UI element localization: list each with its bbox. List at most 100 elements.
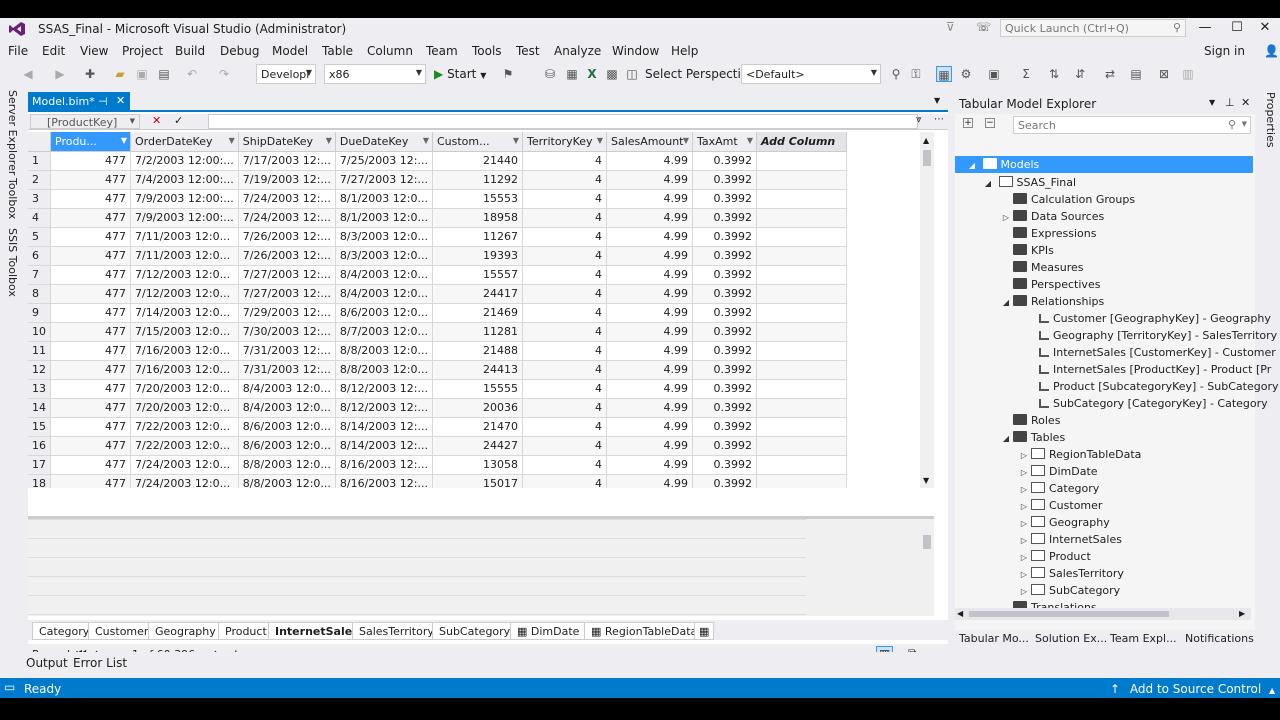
solution-configuration-select[interactable]: Developi ▼ (256, 64, 316, 84)
row-number[interactable]: 15 (28, 417, 51, 437)
grid-cell[interactable]: 8/16/2003 12:... (335, 455, 433, 475)
minimize-button[interactable]: — (1190, 18, 1220, 38)
grid-cell[interactable]: 4.99 (606, 208, 693, 228)
close-panel-icon[interactable]: ✕ (1241, 96, 1250, 109)
grid-cell[interactable]: 7/22/2003 12:0... (130, 417, 239, 437)
add-column-cell[interactable] (756, 398, 847, 418)
grid-cell[interactable]: 4 (522, 265, 607, 285)
table-row[interactable]: 11 477 7/16/2003 12:0... 7/31/2003 12:... 8/… (28, 341, 847, 361)
perspective-icon[interactable]: ◫ (624, 66, 640, 82)
grid-cell[interactable]: 7/31/2003 12:... (238, 341, 336, 361)
column-header-customerkey[interactable]: Custom... ▼ (432, 132, 523, 152)
table-row[interactable]: 4 477 7/9/2003 12:00:... 7/24/2003 12:... 8/… (28, 208, 847, 228)
grid-cell[interactable]: 8/8/2003 12:0... (335, 341, 433, 361)
tree-folder-calculation-groups[interactable]: Calculation Groups (999, 191, 1135, 208)
row-number[interactable]: 3 (28, 189, 51, 209)
filter-icon[interactable]: ⊽ (946, 20, 955, 34)
expand-arrow-icon[interactable]: ▷ (1017, 583, 1031, 600)
add-column-cell[interactable] (756, 379, 847, 399)
grid-cell[interactable]: 4.99 (606, 379, 693, 399)
grid-cell[interactable]: 4.99 (606, 474, 693, 488)
grid-cell[interactable]: 7/9/2003 12:00:... (130, 189, 239, 209)
table-row[interactable]: 9 477 7/14/2003 12:0... 7/29/2003 12:... 8/6… (28, 303, 847, 323)
grid-cell[interactable]: 0.3992 (692, 474, 757, 488)
grid-cell[interactable]: 4.99 (606, 265, 693, 285)
toolbox-tab[interactable]: Toolbox (6, 178, 19, 219)
grid-cell[interactable]: 4 (522, 398, 607, 418)
grid-cell[interactable]: 21440 (432, 151, 523, 171)
grid-cell[interactable]: 18958 (432, 208, 523, 228)
save-all-icon[interactable]: ▤ (156, 66, 172, 82)
expand-arrow-icon[interactable]: ▷ (1017, 549, 1031, 566)
expand-arrow-icon[interactable]: ▷ (1017, 481, 1031, 498)
column-header-territorykey[interactable]: TerritoryKey ▼ (522, 132, 607, 152)
sheet-tab-subcategory[interactable]: SubCategory (432, 622, 518, 640)
table-row[interactable]: 17 477 7/24/2003 12:0... 8/8/2003 12:0... 8/… (28, 455, 847, 475)
grid-cell[interactable]: 15017 (432, 474, 523, 488)
sum-icon[interactable]: Σ (1018, 66, 1034, 82)
menu-test[interactable]: Test (516, 44, 540, 58)
grid-cell[interactable]: 477 (50, 208, 131, 228)
grid-cell[interactable]: 7/31/2003 12:... (238, 360, 336, 380)
row-number[interactable]: 5 (28, 227, 51, 247)
table-row[interactable]: 6 477 7/11/2003 12:0... 7/26/2003 12:... 8/3… (28, 246, 847, 266)
tree-relationship[interactable]: Geography [TerritoryKey] - SalesTerritor… (1025, 327, 1277, 344)
add-column-cell[interactable] (756, 246, 847, 266)
grid-cell[interactable]: 0.3992 (692, 455, 757, 475)
tree-folder-measures[interactable]: Measures (999, 259, 1083, 276)
grid-cell[interactable]: 4.99 (606, 189, 693, 209)
grid-cell[interactable]: 8/8/2003 12:0... (238, 474, 336, 488)
sheet-tab-geography[interactable]: Geography (148, 622, 223, 640)
grid-cell[interactable]: 0.3992 (692, 398, 757, 418)
grid-cell[interactable]: 7/26/2003 12:... (238, 227, 336, 247)
row-number[interactable]: 7 (28, 265, 51, 285)
open-icon[interactable]: ▰ (112, 66, 128, 82)
undo-icon[interactable]: ↶ (184, 66, 200, 82)
row-number[interactable]: 6 (28, 246, 51, 266)
tree-table-customer[interactable]: ▷ Customer (1017, 497, 1102, 514)
tree-table-geography[interactable]: ▷ Geography (1017, 514, 1110, 531)
grid-cell[interactable]: 24427 (432, 436, 523, 456)
grid-cell[interactable]: 8/14/2003 12:... (335, 417, 433, 437)
grid-cell[interactable]: 4 (522, 284, 607, 304)
row-number[interactable]: 2 (28, 170, 51, 190)
cancel-formula-icon[interactable]: ✕ (152, 114, 161, 127)
grid-cell[interactable]: 4 (522, 170, 607, 190)
tree-folder-expressions[interactable]: Expressions (999, 225, 1096, 242)
sheet-tab-category[interactable]: Category (32, 622, 97, 640)
add-column-cell[interactable] (756, 284, 847, 304)
grid-cell[interactable]: 8/6/2003 12:0... (335, 303, 433, 323)
grid-cell[interactable]: 477 (50, 170, 131, 190)
confirm-formula-icon[interactable]: ✓ (174, 114, 183, 127)
grid-cell[interactable]: 8/3/2003 12:0... (335, 246, 433, 266)
grid-cell[interactable]: 4.99 (606, 455, 693, 475)
grid-cell[interactable]: 477 (50, 246, 131, 266)
add-column-cell[interactable] (756, 341, 847, 361)
grid-cell[interactable]: 4.99 (606, 284, 693, 304)
grid-cell[interactable]: 7/27/2003 12:... (335, 170, 433, 190)
tree-table-internetsales[interactable]: ▷ InternetSales (1017, 531, 1122, 548)
sheet-tab-regiontabledata[interactable]: ▦ RegionTableData (584, 622, 705, 640)
grid-cell[interactable]: 7/11/2003 12:0... (130, 246, 239, 266)
grid-cell[interactable]: 24413 (432, 360, 523, 380)
tree-relationship[interactable]: Product [SubcategoryKey] - SubCategory (1025, 378, 1278, 395)
scroll-thumb[interactable] (923, 535, 931, 549)
scroll-thumb[interactable] (923, 150, 931, 166)
filter-toolbar-icon[interactable]: ▤ (1128, 66, 1144, 82)
grid-cell[interactable]: 4 (522, 322, 607, 342)
grid-cell[interactable]: 4.99 (606, 151, 693, 171)
panel-menu-icon[interactable]: ▼ (1209, 98, 1215, 107)
collapse-arrow-icon[interactable]: ◢ (999, 430, 1013, 447)
grid-cell[interactable]: 0.3992 (692, 341, 757, 361)
grid-cell[interactable]: 477 (50, 379, 131, 399)
expand-arrow-icon[interactable]: ▷ (1017, 515, 1031, 532)
grid-cell[interactable]: 0.3992 (692, 246, 757, 266)
role-icon[interactable]: ⚿ (908, 66, 924, 82)
grid-cell[interactable]: 7/11/2003 12:0... (130, 227, 239, 247)
grid-cell[interactable]: 0.3992 (692, 322, 757, 342)
grid-cell[interactable]: 8/4/2003 12:0... (335, 265, 433, 285)
grid-cell[interactable]: 7/20/2003 12:0... (130, 379, 239, 399)
excel-icon[interactable]: X (584, 66, 600, 82)
database-icon[interactable]: ⛁ (542, 66, 558, 82)
forward-icon[interactable]: ▶ (52, 66, 68, 82)
